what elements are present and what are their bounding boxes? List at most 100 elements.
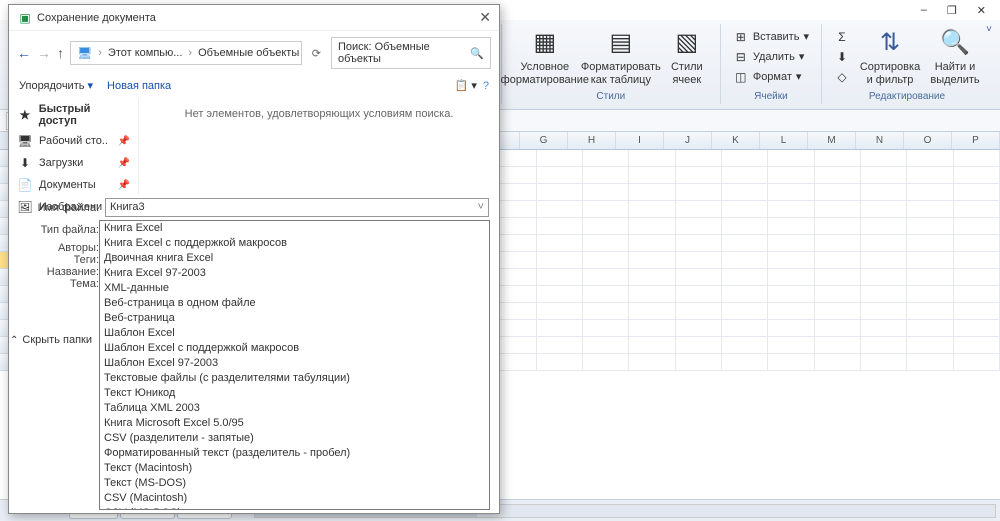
cell[interactable]: [907, 235, 953, 252]
folder-tree[interactable]: ★Быстрый доступ🖥Рабочий сто..📌⬇Загрузки📌…: [9, 98, 139, 194]
cell[interactable]: [815, 286, 861, 303]
cell[interactable]: [954, 201, 1000, 218]
cell[interactable]: [815, 337, 861, 354]
cell[interactable]: [907, 150, 953, 167]
filetype-option[interactable]: Шаблон Excel: [100, 326, 489, 341]
cell[interactable]: [954, 269, 1000, 286]
cell[interactable]: [676, 184, 722, 201]
cell[interactable]: [722, 303, 768, 320]
insert-button[interactable]: ⊞Вставить▾: [729, 28, 813, 46]
sidebar-item[interactable]: ⬇Загрузки📌: [9, 152, 138, 174]
cell[interactable]: [768, 150, 814, 167]
cell[interactable]: [907, 320, 953, 337]
cell[interactable]: [768, 167, 814, 184]
cell[interactable]: [907, 337, 953, 354]
format-as-table-button[interactable]: ▤ Форматировать как таблицу: [586, 27, 656, 85]
filetype-option[interactable]: Текстовые файлы (с разделителями табуляц…: [100, 371, 489, 386]
cell[interactable]: [629, 218, 675, 235]
cell[interactable]: [676, 303, 722, 320]
cell[interactable]: [722, 167, 768, 184]
filetype-option[interactable]: Книга Excel: [100, 221, 489, 236]
cell[interactable]: [722, 201, 768, 218]
cell[interactable]: [537, 354, 583, 371]
cell[interactable]: [537, 184, 583, 201]
cell[interactable]: [815, 201, 861, 218]
filetype-option[interactable]: Текст (MS-DOS): [100, 476, 489, 491]
filetype-option[interactable]: Книга Microsoft Excel 5.0/95: [100, 416, 489, 431]
cell[interactable]: [954, 337, 1000, 354]
cell[interactable]: [537, 235, 583, 252]
cell[interactable]: [768, 320, 814, 337]
cell[interactable]: [861, 320, 907, 337]
cell[interactable]: [768, 252, 814, 269]
cell[interactable]: [815, 167, 861, 184]
cell[interactable]: [954, 354, 1000, 371]
cell[interactable]: [768, 286, 814, 303]
cell[interactable]: [537, 252, 583, 269]
cell[interactable]: [815, 150, 861, 167]
cell[interactable]: [768, 337, 814, 354]
cell[interactable]: [861, 286, 907, 303]
cell[interactable]: [954, 303, 1000, 320]
cell[interactable]: [583, 286, 629, 303]
cell[interactable]: [907, 167, 953, 184]
filetype-option[interactable]: XML-данные: [100, 281, 489, 296]
cell[interactable]: [861, 167, 907, 184]
cell[interactable]: [583, 167, 629, 184]
cell[interactable]: [722, 252, 768, 269]
cell[interactable]: [722, 286, 768, 303]
cell[interactable]: [676, 337, 722, 354]
column-header[interactable]: K: [712, 132, 760, 149]
column-header[interactable]: L: [760, 132, 808, 149]
cell[interactable]: [815, 269, 861, 286]
cell[interactable]: [815, 218, 861, 235]
cell[interactable]: [722, 150, 768, 167]
format-button[interactable]: ◫Формат▾: [729, 68, 813, 86]
cell[interactable]: [629, 303, 675, 320]
cell[interactable]: [537, 269, 583, 286]
cell[interactable]: [815, 235, 861, 252]
column-header[interactable]: P: [952, 132, 1000, 149]
cell[interactable]: [537, 337, 583, 354]
cell[interactable]: [907, 269, 953, 286]
cell[interactable]: [629, 286, 675, 303]
cell[interactable]: [954, 235, 1000, 252]
sidebar-item[interactable]: ★Быстрый доступ: [9, 100, 138, 130]
cell[interactable]: [861, 303, 907, 320]
filetype-option[interactable]: Таблица XML 2003: [100, 401, 489, 416]
cell[interactable]: [629, 150, 675, 167]
cell[interactable]: [861, 252, 907, 269]
cell[interactable]: [861, 235, 907, 252]
cell[interactable]: [537, 201, 583, 218]
organize-button[interactable]: Упорядочить ▾: [19, 79, 93, 92]
cell[interactable]: [815, 354, 861, 371]
cell[interactable]: [676, 252, 722, 269]
cell[interactable]: [676, 150, 722, 167]
cell[interactable]: [629, 320, 675, 337]
dialog-close-button[interactable]: ✕: [479, 9, 491, 26]
cell[interactable]: [861, 269, 907, 286]
cell[interactable]: [768, 184, 814, 201]
column-header[interactable]: J: [664, 132, 712, 149]
cell[interactable]: [815, 252, 861, 269]
cell[interactable]: [537, 167, 583, 184]
cell[interactable]: [676, 218, 722, 235]
column-header[interactable]: N: [856, 132, 904, 149]
cell[interactable]: [629, 184, 675, 201]
clear-button[interactable]: ◇: [830, 68, 854, 86]
cell[interactable]: [768, 269, 814, 286]
cell[interactable]: [768, 354, 814, 371]
filetype-option[interactable]: CSV (MS-DOS): [100, 506, 489, 510]
cell[interactable]: [676, 201, 722, 218]
sidebar-item[interactable]: 📄Документы📌: [9, 174, 138, 196]
cell[interactable]: [629, 337, 675, 354]
cell[interactable]: [861, 354, 907, 371]
cell[interactable]: [583, 269, 629, 286]
cell[interactable]: [583, 150, 629, 167]
cell[interactable]: [537, 320, 583, 337]
cell[interactable]: [722, 218, 768, 235]
fill-button[interactable]: ⬇: [830, 48, 854, 66]
filetype-option[interactable]: Книга Excel 97-2003: [100, 266, 489, 281]
cell[interactable]: [537, 218, 583, 235]
cell[interactable]: [907, 218, 953, 235]
